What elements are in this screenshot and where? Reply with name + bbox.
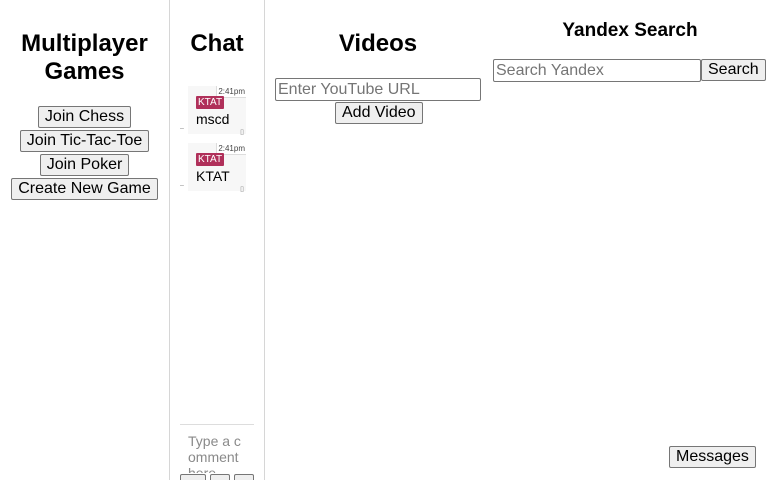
message-arrow-icon: – <box>180 125 184 132</box>
yandex-search-button[interactable]: Search <box>701 59 766 81</box>
join-poker-button[interactable]: Join Poker <box>39 154 130 176</box>
chat-panel: Chat 2:41pm KTAT mscd – ▯ 2:41pm KTAT KT… <box>170 0 265 480</box>
emoji-button[interactable] <box>180 474 206 480</box>
chat-user-badge[interactable]: KTAT <box>196 153 225 166</box>
yandex-search-input[interactable] <box>493 59 701 82</box>
chat-message-text: mscd <box>196 111 230 127</box>
chat-message: 2:41pm KTAT mscd – ▯ <box>180 86 246 136</box>
chat-compose: Type a comment here <box>180 424 254 480</box>
videos-panel: Videos Add Video <box>265 0 491 480</box>
games-title: Multiplayer Games <box>21 30 148 85</box>
youtube-url-input[interactable] <box>275 78 481 101</box>
join-chess-button[interactable]: Join Chess <box>37 106 132 128</box>
message-status-icon: ▯ <box>240 186 244 193</box>
send-button[interactable] <box>234 474 254 480</box>
attach-button[interactable] <box>210 474 230 480</box>
messages-button[interactable]: Messages <box>669 446 756 468</box>
yandex-panel: Yandex Search Search <box>492 0 768 480</box>
chat-user-badge[interactable]: KTAT <box>196 96 225 109</box>
create-new-game-button[interactable]: Create New Game <box>11 178 158 200</box>
join-tic-tac-toe-button[interactable]: Join Tic-Tac-Toe <box>19 130 150 152</box>
message-arrow-icon: – <box>180 182 184 189</box>
yandex-title: Yandex Search <box>562 20 698 41</box>
videos-title: Videos <box>338 30 418 57</box>
chat-comment-input[interactable]: Type a comment here <box>188 433 248 473</box>
add-video-button[interactable]: Add Video <box>335 102 423 124</box>
chat-title: Chat <box>190 30 244 57</box>
chat-message: 2:41pm KTAT KTAT – ▯ <box>180 143 246 193</box>
app-page: Multiplayer Games Join Chess Join Tic-Ta… <box>0 0 768 480</box>
message-status-icon: ▯ <box>240 129 244 136</box>
chat-message-text: KTAT <box>196 168 230 184</box>
games-panel: Multiplayer Games Join Chess Join Tic-Ta… <box>0 0 170 480</box>
games-button-list: Join Chess Join Tic-Tac-Toe Join Poker C… <box>0 106 169 200</box>
